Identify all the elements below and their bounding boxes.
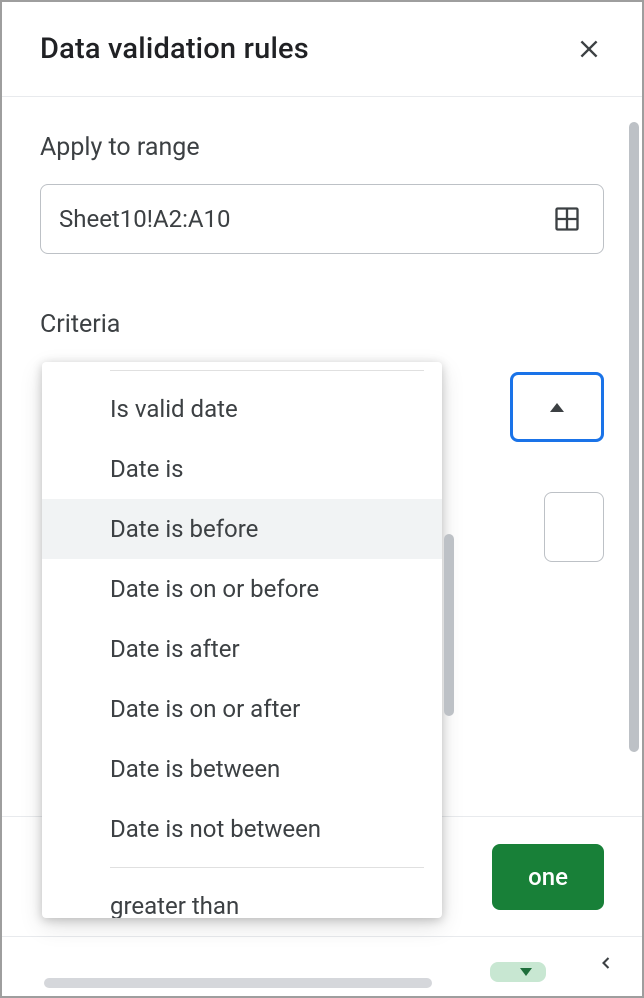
sheet-status-pill[interactable] xyxy=(490,962,546,982)
dropdown-option[interactable]: Date is after xyxy=(42,619,442,679)
apply-range-label: Apply to range xyxy=(40,133,604,162)
scroll-tabs-button[interactable] xyxy=(590,947,622,982)
close-icon xyxy=(576,36,602,62)
criteria-select-trigger[interactable] xyxy=(510,372,604,442)
panel-header: Data validation rules xyxy=(2,2,642,97)
chevron-up-icon xyxy=(550,403,564,412)
range-input-wrapper[interactable] xyxy=(40,184,604,254)
bottom-bar xyxy=(2,936,642,996)
dropdown-divider xyxy=(110,370,424,371)
dropdown-option[interactable]: Date is on or after xyxy=(42,679,442,739)
dropdown-option[interactable]: Date is not between xyxy=(42,799,442,859)
dropdown-option[interactable]: Date is between xyxy=(42,739,442,799)
grid-icon xyxy=(553,205,581,233)
dropdown-scrollbar[interactable] xyxy=(444,534,454,716)
range-input[interactable] xyxy=(59,205,549,233)
secondary-criteria-field[interactable] xyxy=(544,492,604,562)
criteria-label: Criteria xyxy=(40,310,604,339)
chevron-left-icon xyxy=(596,953,616,973)
panel-scrollbar[interactable] xyxy=(629,122,639,752)
done-button[interactable]: one xyxy=(492,844,604,910)
close-button[interactable] xyxy=(570,30,608,68)
dropdown-option[interactable]: Is valid date xyxy=(42,379,442,439)
dropdown-option[interactable]: Date is on or before xyxy=(42,559,442,619)
panel-title: Data validation rules xyxy=(40,32,309,66)
chevron-down-icon xyxy=(520,968,532,976)
panel-content: Apply to range Criteria xyxy=(2,97,642,339)
criteria-dropdown: Is valid date Date is Date is before Dat… xyxy=(42,362,442,918)
select-range-button[interactable] xyxy=(549,201,585,237)
dropdown-divider xyxy=(110,867,424,868)
dropdown-option[interactable]: Date is before xyxy=(42,499,442,559)
dropdown-option[interactable]: greater than xyxy=(42,876,442,918)
dropdown-option[interactable]: Date is xyxy=(42,439,442,499)
horizontal-scrollbar[interactable] xyxy=(44,978,432,988)
